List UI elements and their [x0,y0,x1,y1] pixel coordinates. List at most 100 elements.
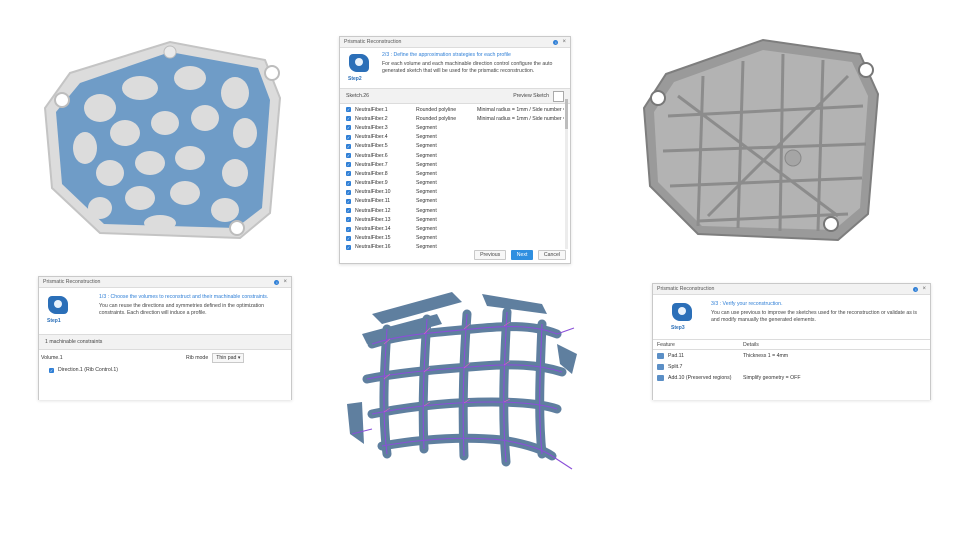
step1-header: Step1 1/3 : Choose the volumes to recons… [39,288,291,328]
fiber-row[interactable]: ✓ NeutralFiber.2 Rounded polyline Minimal r… [340,114,570,123]
step-label: Step1 [47,318,61,324]
fiber-strategy[interactable]: Segment [416,226,477,232]
fiber-strategy[interactable]: Segment [416,143,477,149]
fiber-row[interactable]: ✓ NeutralFiber.7 Segment [340,160,570,169]
step3-logo-icon: Step3 [669,301,697,331]
preview-sketch-button[interactable]: Preview Sketch [513,93,549,99]
direction-item[interactable]: ✓ Direction.1 (Rib Control.1) [39,366,291,374]
fiber-strategy[interactable]: Rounded polyline [416,116,477,122]
fiber-strategy[interactable]: Segment [416,134,477,140]
fiber-row[interactable]: ✓ NeutralFiber.6 Segment [340,151,570,160]
fiber-row[interactable]: ✓ NeutralFiber.3 Segment [340,123,570,132]
fiber-row[interactable]: ✓ NeutralFiber.1 Rounded polyline Minimal r… [340,105,570,114]
checkbox-icon[interactable]: ✓ [346,143,351,149]
fiber-strategy[interactable]: Segment [416,153,477,159]
checkbox-icon[interactable]: ✓ [346,217,351,223]
dialog-title: Prismatic Reconstruction [43,279,101,285]
volume-label: Volume.1 [41,355,63,361]
cancel-button[interactable]: Cancel [537,250,566,260]
reconstructed-part-image [642,38,880,242]
fiber-name: NeutralFiber.12 [355,207,391,214]
feature-icon [657,374,664,381]
feature-icon [657,352,664,359]
checkbox-icon[interactable]: ✓ [346,171,351,177]
checkbox-icon[interactable]: ✓ [346,116,351,122]
fiber-name: NeutralFiber.3 [355,124,388,131]
feature-details: Simplify geometry = OFF [743,374,801,381]
list-scrollbar[interactable] [565,99,568,249]
checkbox-icon[interactable]: ✓ [346,208,351,214]
neutral-fiber-skeleton-image [347,292,577,470]
fiber-row[interactable]: ✓ NeutralFiber.10 Segment [340,188,570,197]
next-button[interactable]: Next [510,250,534,260]
fiber-row[interactable]: ✓ NeutralFiber.12 Segment [340,206,570,215]
details-column-header: Details [743,341,759,348]
feature-name: Pad.11 [668,352,685,359]
fiber-row[interactable]: ✓ NeutralFiber.14 Segment [340,224,570,233]
fiber-strategy[interactable]: Segment [416,171,477,177]
checkbox-icon[interactable]: ✓ [346,235,351,241]
fiber-strategy[interactable]: Rounded polyline [416,107,477,113]
dialog-title: Prismatic Reconstruction [344,39,402,45]
checkbox-icon[interactable]: ✓ [346,162,351,168]
volume-row: Volume.1 Rib mode Thin pad ▾ [39,350,291,366]
info-icon[interactable]: i [913,286,919,292]
feature-icon [657,363,664,370]
fiber-row[interactable]: ✓ NeutralFiber.5 Segment [340,142,570,151]
info-icon[interactable]: i [274,279,280,285]
checkbox-icon[interactable]: ✓ [346,226,351,232]
fiber-strategy[interactable]: Segment [416,162,477,168]
fiber-row[interactable]: ✓ NeutralFiber.15 Segment [340,234,570,243]
step1-logo-icon: Step1 [45,294,73,324]
feature-name: Split.7 [668,363,683,370]
fiber-name: NeutralFiber.16 [355,244,391,251]
checkbox-icon[interactable]: ✓ [346,180,351,186]
feature-row[interactable]: Add.10 (Preserved regions) Simplify geome… [653,372,930,383]
fiber-strategy[interactable]: Segment [416,244,477,250]
fiber-strategy[interactable]: Segment [416,180,477,186]
step-heading: 3/3 : Verify your reconstruction. [711,301,783,307]
fiber-strategy[interactable]: Segment [416,217,477,223]
checkbox-icon[interactable]: ✓ [49,367,54,373]
feature-row[interactable]: Pad.11 Thickness 1 = 4mm [653,350,930,361]
close-icon[interactable]: × [562,39,566,45]
fiber-strategy[interactable]: Segment [416,235,477,241]
fiber-strategy[interactable]: Segment [416,198,477,204]
fiber-name: NeutralFiber.9 [355,180,388,187]
fiber-row[interactable]: ✓ NeutralFiber.13 Segment [340,215,570,224]
info-icon[interactable]: i [553,39,559,45]
previous-button[interactable]: Previous [474,250,507,260]
fiber-row[interactable]: ✓ NeutralFiber.8 Segment [340,169,570,178]
feature-row[interactable]: Split.7 [653,361,930,372]
fiber-list: ✓ NeutralFiber.1 Rounded polyline Minimal r… [340,104,570,252]
checkbox-icon[interactable]: ✓ [346,107,351,113]
fiber-name: NeutralFiber.5 [355,143,388,150]
checkbox-icon[interactable]: ✓ [346,198,351,204]
fiber-strategy[interactable]: Segment [416,125,477,131]
fiber-strategy[interactable]: Segment [416,189,477,195]
checkbox-icon[interactable]: ✓ [346,125,351,131]
checkbox-icon[interactable]: ✓ [346,244,351,250]
step2-header: Step2 2/3 : Define the approximation str… [340,48,570,86]
chevron-down-icon: ▾ [237,355,241,361]
fiber-row[interactable]: ✓ NeutralFiber.9 Segment [340,179,570,188]
rib-mode-label: Rib mode [186,355,209,361]
preview-icon[interactable] [553,90,564,102]
checkbox-icon[interactable]: ✓ [346,153,351,159]
step2-logo-icon: Step2 [346,52,374,82]
fiber-name: NeutralFiber.2 [355,115,388,122]
fiber-row[interactable]: ✓ NeutralFiber.11 Segment [340,197,570,206]
checkbox-icon[interactable]: ✓ [346,189,351,195]
fiber-row[interactable]: ✓ NeutralFiber.4 Segment [340,133,570,142]
fiber-strategy[interactable]: Segment [416,208,477,214]
close-icon[interactable]: × [283,279,287,285]
checkbox-icon[interactable]: ✓ [346,134,351,140]
step-description: For each volume and each machinable dire… [382,61,553,75]
step-heading: 1/3 : Choose the volumes to reconstruct … [99,294,269,300]
constraints-count: 1 machinable constraints [45,339,103,345]
sketch-bar: Sketch.26 Preview Sketch [340,88,570,104]
feature-table: Pad.11 Thickness 1 = 4mm Split.7 Add.10 (Pr… [653,350,930,383]
optimized-part-image [43,40,282,240]
rib-mode-select[interactable]: Thin pad ▾ [212,353,245,363]
close-icon[interactable]: × [922,286,926,292]
